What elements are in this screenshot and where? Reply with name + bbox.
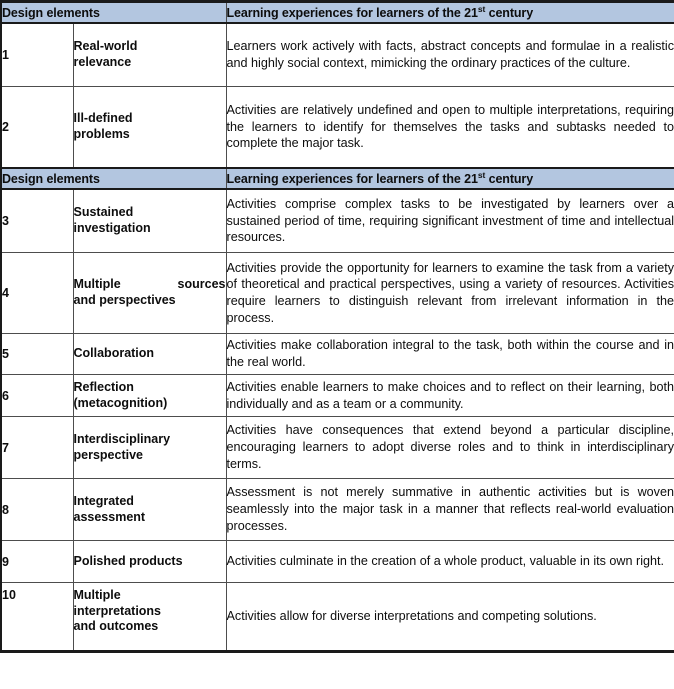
header-experience-prefix: Learning experiences for learners of the… [226,5,478,20]
row-element-name: Polished products [72,540,227,583]
row-element-name: Ill-defined problems [72,86,227,169]
element-name-line: Integrated [73,493,134,508]
design-elements-table: Design elements Learning experiences for… [0,0,674,653]
element-name-line: Interdisciplinary [73,431,171,446]
element-name-line: Real-world [73,39,138,54]
element-name-line: relevance [73,55,132,69]
element-name-line: and outcomes [73,619,159,634]
header-design-elements: Design elements [0,0,227,24]
table-header-row-2: Design elements Learning experiences for… [0,167,674,190]
table-row: 9 Polished products Activities culminate… [0,540,674,583]
row-element-name: Interdisciplinary perspective [72,416,227,479]
header-experience-suffix: century [485,5,534,20]
row-number: 2 [0,86,74,169]
table-row: 2 Ill-defined problems Activities are re… [0,86,674,169]
row-element-name: Multiple sources and perspectives [72,252,227,334]
header-design-elements: Design elements [0,167,227,190]
document-body: Design elements Learning experiences for… [0,0,674,653]
row-description: Activities have consequences that extend… [225,416,674,479]
table-row: 5 Collaboration Activities make collabor… [0,333,674,375]
table-row: 7 Interdisciplinary perspective Activiti… [0,416,674,479]
row-number: 5 [0,333,74,375]
table-row: 8 Integrated assessment Assessment is no… [0,478,674,541]
row-number: 1 [0,22,74,87]
row-description: Activities comprise complex tasks to be … [225,188,674,253]
element-name-line: (metacognition) [73,395,168,410]
header-learning-experiences: Learning experiences for learners of the… [225,0,674,24]
element-name-line: assessment [73,509,146,524]
element-name-line: problems [73,127,130,141]
row-number: 8 [0,478,74,541]
row-element-name: Collaboration [72,333,227,375]
row-element-name: Reflection (metacognition) [72,374,227,417]
element-name-line: Collaboration [73,346,155,361]
table-row: 4 Multiple sources and perspectives Acti… [0,252,674,334]
element-name-line: Multiple sources [74,277,226,293]
element-name-word: Multiple [73,277,121,292]
element-name-line: Polished products [73,553,183,568]
element-name-line: perspective [73,447,143,462]
row-description: Activities provide the opportunity for l… [225,252,674,334]
header-experience-suffix: century [485,171,534,186]
row-description: Learners work actively with facts, abstr… [225,22,674,87]
element-name-line: Multiple [73,588,121,602]
element-name-line: Sustained [73,205,134,220]
row-element-name: Real-world relevance [72,22,227,87]
row-number: 7 [0,416,74,479]
row-number: 6 [0,374,74,417]
row-number: 3 [0,188,74,253]
table-header-row-1: Design elements Learning experiences for… [0,0,674,24]
row-number: 4 [0,252,74,334]
row-description: Activities allow for diverse interpretat… [225,582,674,652]
header-experience-prefix: Learning experiences for learners of the… [226,171,478,186]
row-element-name: Sustained investigation [72,188,227,253]
row-description: Activities enable learners to make choic… [225,374,674,417]
element-name-line: and perspectives [73,293,176,307]
element-name-line: investigation [73,221,151,235]
element-name-line: interpretations [73,603,162,618]
row-number: 10 [0,582,74,652]
row-description: Activities make collaboration integral t… [225,333,674,375]
table-row: 6 Reflection (metacognition) Activities … [0,374,674,417]
row-description: Assessment is not merely summative in au… [225,478,674,541]
row-description: Activities are relatively undefined and … [225,86,674,169]
element-name-line: Reflection [73,379,134,394]
row-description: Activities culminate in the creation of … [225,540,674,583]
row-number: 9 [0,540,74,583]
header-learning-experiences: Learning experiences for learners of the… [225,167,674,190]
element-name-word: sources [177,277,226,292]
element-name-line: Ill-defined [73,111,133,126]
table-row: 1 Real-world relevance Learners work act… [0,22,674,87]
row-element-name: Multiple interpretations and outcomes [72,582,227,652]
table-row: 3 Sustained investigation Activities com… [0,188,674,253]
row-element-name: Integrated assessment [72,478,227,541]
table-row: 10 Multiple interpretations and outcomes… [0,582,674,652]
